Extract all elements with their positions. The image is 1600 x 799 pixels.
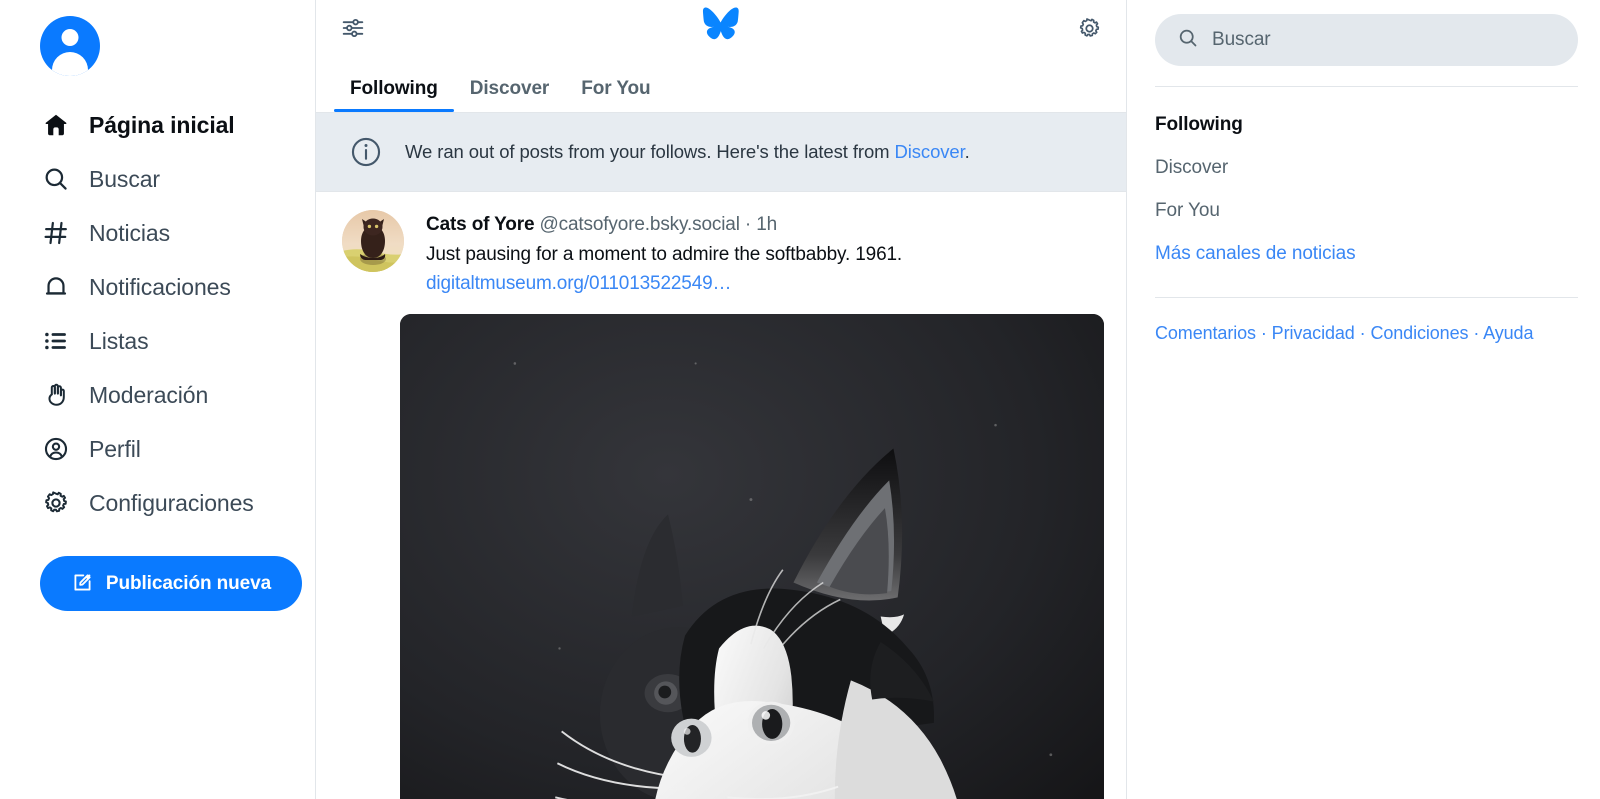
feed-header [316,0,1126,63]
tab-for-you[interactable]: For You [565,78,666,112]
sidebar-item-home[interactable]: Página inicial [40,98,315,152]
post-author-name[interactable]: Cats of Yore [426,214,535,235]
post-timestamp[interactable]: 1h [756,214,777,235]
post-image[interactable] [400,313,1104,799]
footer-link-privacy[interactable]: Privacidad [1272,323,1355,343]
banner-discover-link[interactable]: Discover [895,141,965,162]
sidebar-item-notifications[interactable]: Notificaciones [40,260,315,314]
sidebar-item-label: Notificaciones [89,273,231,300]
tab-following[interactable]: Following [334,78,454,112]
sidebar-item-profile[interactable]: Perfil [40,422,315,476]
footer-links: Comentarios · Privacidad · Condiciones ·… [1155,298,1578,347]
out-of-posts-banner: We ran out of posts from your follows. H… [316,113,1126,192]
bluesky-app-window: Página inicial Buscar Noticias Notificac… [0,0,1600,799]
banner-text-before: We ran out of posts from your follows. H… [405,140,895,162]
feed-link-for-you[interactable]: For You [1155,189,1578,232]
footer-link-help[interactable]: Ayuda [1483,323,1533,343]
footer-link-terms[interactable]: Condiciones [1370,323,1468,343]
feed-filter-sliders-icon[interactable] [333,8,373,48]
list-icon [40,325,72,357]
home-icon [40,109,72,141]
footer-link-feedback[interactable]: Comentarios [1155,323,1256,343]
sidebar-item-label: Listas [89,327,149,354]
post-image-content [400,313,1104,799]
sidebar-nav-list: Página inicial Buscar Noticias Notificac… [40,98,315,530]
out-of-posts-banner-text: We ran out of posts from your follows. H… [405,140,970,165]
search-icon [1177,27,1199,54]
post-text: Just pausing for a moment to admire the … [426,243,903,265]
tab-discover[interactable]: Discover [454,78,565,112]
search-input[interactable]: Buscar [1155,14,1578,66]
hashtag-icon [40,217,72,249]
feed-settings-gear-icon[interactable] [1069,8,1109,48]
post-external-link[interactable]: digitaltmuseum.org/011013522549… [426,270,1102,299]
sidebar-item-search[interactable]: Buscar [40,152,315,206]
cat-of-yore-avatar-image [342,210,404,272]
bluesky-butterfly-logo-icon[interactable] [699,4,743,44]
sidebar-item-news[interactable]: Noticias [40,206,315,260]
post-meta: Cats of Yore @catsofyore.bsky.social · 1… [426,211,1102,240]
feeds-list: Following Discover For You Más canales d… [1155,87,1578,275]
bell-icon [40,271,72,303]
sidebar-item-moderation[interactable]: Moderación [40,368,315,422]
left-sidebar: Página inicial Buscar Noticias Notificac… [0,0,316,799]
avatar-body-shape [52,52,88,76]
sidebar-item-label: Buscar [89,165,160,192]
footer-separator: · [1359,323,1366,343]
sidebar-item-settings[interactable]: Configuraciones [40,476,315,530]
new-post-button[interactable]: Publicación nueva [40,556,302,611]
right-sidebar: Buscar Following Discover For You Más ca… [1127,0,1600,799]
new-post-button-label: Publicación nueva [105,572,272,594]
sidebar-item-label: Noticias [89,219,171,246]
hand-icon [40,379,72,411]
avatar-head-shape [61,29,79,46]
feed-link-discover[interactable]: Discover [1155,146,1578,189]
search-input-placeholder: Buscar [1212,29,1271,50]
info-circle-icon [349,135,383,169]
feed-column: Following Discover For You We ran out of… [316,0,1127,799]
sidebar-item-label: Página inicial [89,111,235,138]
banner-text-after: . [964,140,970,162]
feed-link-following[interactable]: Following [1155,103,1578,146]
footer-separator: · [1473,323,1480,343]
sidebar-item-label: Configuraciones [89,489,254,516]
feed-tabs: Following Discover For You [316,63,1126,113]
post-body: Cats of Yore @catsofyore.bsky.social · 1… [426,210,1102,299]
compose-pencil-icon [71,571,94,597]
sidebar-item-label: Moderación [89,381,209,408]
user-avatar-placeholder-icon[interactable] [40,16,100,76]
gear-icon [40,487,72,519]
post-author-avatar[interactable] [342,210,404,272]
sidebar-item-label: Perfil [89,435,141,462]
search-icon [40,163,72,195]
footer-separator: · [1260,323,1267,343]
post-meta-separator: · [744,214,752,235]
feed-post: Cats of Yore @catsofyore.bsky.social · 1… [316,192,1126,799]
sidebar-item-lists[interactable]: Listas [40,314,315,368]
person-circle-icon [40,433,72,465]
feed-link-more-feeds[interactable]: Más canales de noticias [1155,232,1578,275]
post-author-handle[interactable]: @catsofyore.bsky.social [540,214,740,235]
